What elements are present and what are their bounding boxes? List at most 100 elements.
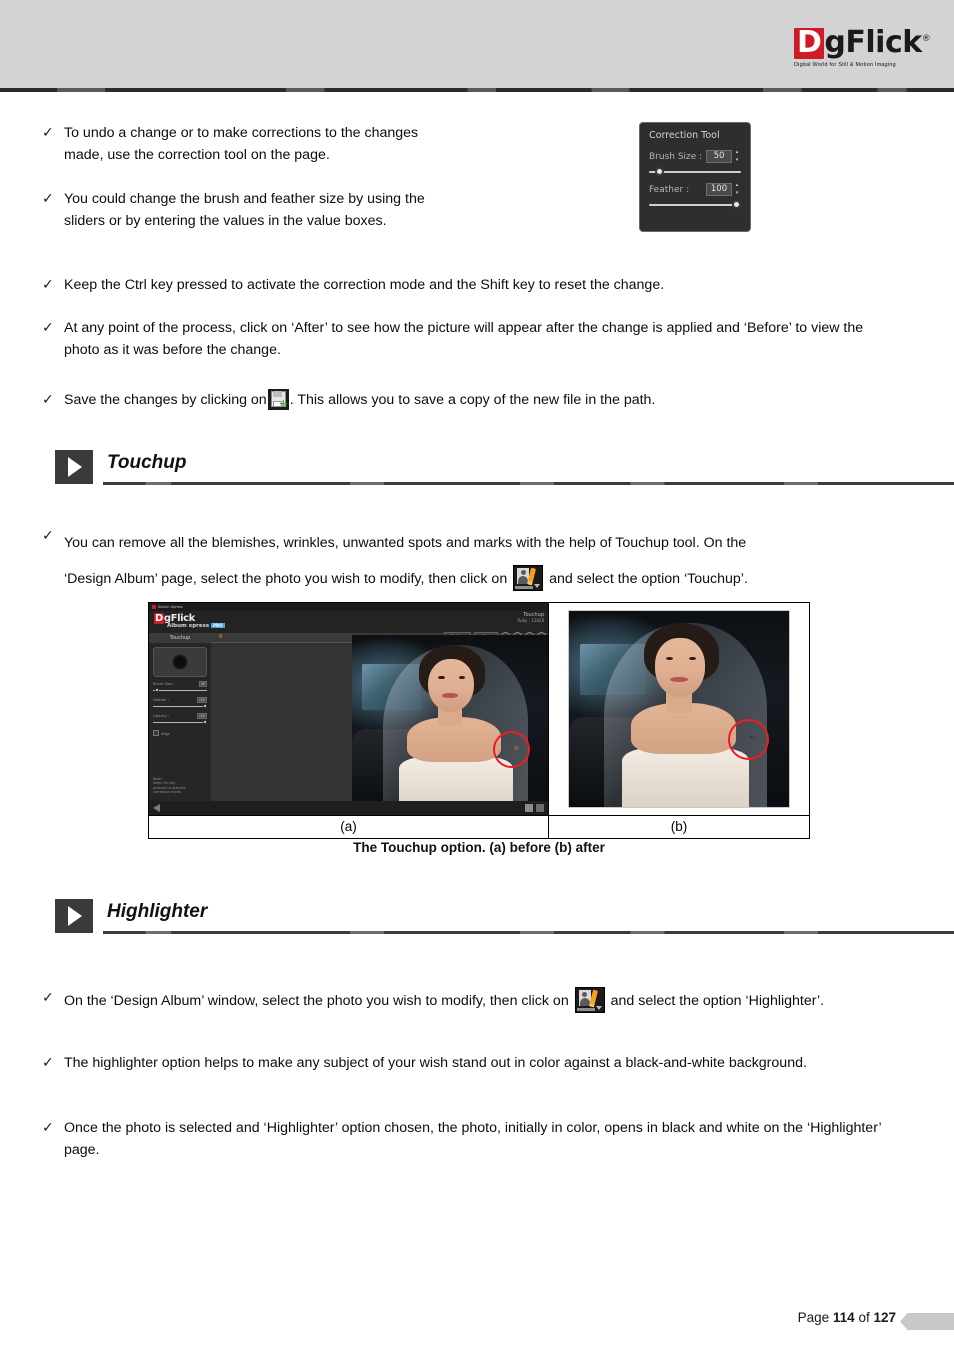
statusbar-actions xyxy=(525,804,544,812)
touchup-line-1: You can remove all the blemishes, wrinkl… xyxy=(64,535,747,551)
eye-right-shape xyxy=(458,675,466,679)
slider-track xyxy=(153,690,207,691)
app-product-name: Album xpress PRO xyxy=(167,623,225,629)
app-sidebar: Brush Size : 30 Feather : 100 Opacity : … xyxy=(149,643,211,801)
save-icon[interactable]: + xyxy=(267,389,289,410)
highlighter-list-item-text: On the ‘Design Album’ window, select the… xyxy=(64,987,824,1013)
list-item: ✓ To undo a change or to make correction… xyxy=(36,122,456,166)
slider-track xyxy=(649,204,741,206)
back-arrow-icon[interactable] xyxy=(153,804,160,812)
correction-tool-panel[interactable]: Correction Tool Brush Size : 50 ▴ ▾ Feath… xyxy=(639,122,751,232)
slider-handle[interactable] xyxy=(655,167,664,176)
app-product-label: Album xpress xyxy=(167,623,210,629)
chevron-down-icon[interactable] xyxy=(534,584,541,588)
app-brush-size-slider[interactable] xyxy=(153,688,207,693)
tab-touchup[interactable]: Touchup xyxy=(149,633,211,643)
dress-shape xyxy=(621,748,750,807)
highlighter-list-item-text: The highlighter option helps to make any… xyxy=(64,1055,807,1071)
section-divider xyxy=(103,482,954,485)
list-item: ✓ Keep the Ctrl key pressed to activate … xyxy=(36,274,896,296)
figure-cell-before: Album Xpress DgFlick Album xpress PRO Tou… xyxy=(149,603,549,815)
brush-size-spinner[interactable]: ▴ ▾ xyxy=(733,150,741,163)
figure-label-a: (a) xyxy=(149,816,549,838)
brush-preview xyxy=(153,647,207,677)
list-item-text: To undo a change or to make corrections … xyxy=(64,125,419,163)
page-word: Page xyxy=(797,1310,830,1325)
app-feather-label: Feather : xyxy=(153,698,170,702)
align-checkbox[interactable]: Align xyxy=(153,730,207,736)
align-label: Align xyxy=(161,732,171,736)
figure-image-row: Album Xpress DgFlick Album xpress PRO Tou… xyxy=(149,603,809,815)
feather-value[interactable]: 100 xyxy=(706,183,732,196)
album-xpress-window: Album Xpress DgFlick Album xpress PRO Tou… xyxy=(149,603,548,815)
app-opacity-slider[interactable] xyxy=(153,720,207,725)
logo-letter-d: D xyxy=(794,28,825,59)
slider-handle[interactable] xyxy=(732,200,741,209)
mouth-shape xyxy=(670,676,688,682)
save-list-item: ✓ Save the changes by clicking on +. This… xyxy=(36,389,896,411)
registered-trademark-icon: ® xyxy=(921,34,931,44)
app-brandbar: DgFlick Album xpress PRO Touchup Ruby : 1… xyxy=(149,611,548,633)
logo-wordmark: DgFlick® xyxy=(794,28,934,59)
play-triangle-icon xyxy=(55,450,93,484)
list-item: ✓ At any point of the process, click on … xyxy=(36,317,886,361)
spin-down-icon[interactable]: ▾ xyxy=(733,191,741,196)
total-page-number: 127 xyxy=(873,1310,896,1325)
highlighter-toolbar-icon[interactable] xyxy=(574,987,605,1013)
feather-row: Feather : 100 ▴ ▾ xyxy=(649,183,741,196)
checkmark-icon: ✓ xyxy=(42,191,54,207)
slider-handle[interactable] xyxy=(203,720,207,724)
plus-badge-icon: + xyxy=(278,397,288,410)
touchup-figure: Album Xpress DgFlick Album xpress PRO Tou… xyxy=(148,602,810,839)
feather-slider[interactable] xyxy=(649,199,741,210)
brush-size-stepper[interactable]: 50 ▴ ▾ xyxy=(706,150,741,163)
save-icon[interactable] xyxy=(525,804,533,812)
highlighter-list-item-text: Once the photo is selected and ‘Highligh… xyxy=(64,1120,882,1158)
of-word: of xyxy=(858,1310,870,1325)
feather-stepper[interactable]: 100 ▴ ▾ xyxy=(706,183,741,196)
page-number-text: Page 114 of 127 xyxy=(798,1310,896,1325)
list-item-text: Keep the Ctrl key pressed to activate th… xyxy=(64,277,665,293)
list-item-text: You could change the brush and feather s… xyxy=(64,191,425,229)
play-triangle-icon xyxy=(55,899,93,933)
face-shape xyxy=(428,659,474,712)
app-feather-value[interactable]: 100 xyxy=(196,697,207,703)
icon-base-bar xyxy=(515,586,534,589)
page-footer: Page 114 of 127 xyxy=(0,1305,954,1335)
app-opacity-value[interactable]: 100 xyxy=(196,713,207,719)
section-title: Touchup xyxy=(107,452,187,473)
highlighter-list-item: ✓ The highlighter option helps to make a… xyxy=(36,1052,866,1074)
app-body: Brush Size : 30 Feather : 100 Opacity : … xyxy=(149,632,548,810)
export-icon[interactable] xyxy=(536,804,544,812)
dgflick-logo: DgFlick® Digital World for Still & Motio… xyxy=(794,28,934,68)
checkbox-box[interactable] xyxy=(153,730,159,736)
app-feather-slider[interactable] xyxy=(153,704,207,709)
app-brush-size-value[interactable]: 30 xyxy=(198,681,207,687)
spin-down-icon[interactable]: ▾ xyxy=(733,158,741,163)
app-icon xyxy=(152,605,156,609)
correction-tool-title: Correction Tool xyxy=(649,130,720,141)
touchup-list-item-text: You can remove all the blemishes, wrinkl… xyxy=(64,525,748,597)
app-mode-info: Touchup Ruby : 12828 xyxy=(517,612,544,623)
touchup-toolbar-icon[interactable] xyxy=(513,565,544,591)
brush-size-value[interactable]: 50 xyxy=(706,150,732,163)
figure-cell-after: + xyxy=(549,603,809,815)
spin-up-icon[interactable]: ▴ xyxy=(733,150,741,155)
feather-spinner[interactable]: ▴ ▾ xyxy=(733,183,741,196)
app-window-title: Album Xpress xyxy=(158,605,183,609)
checkmark-icon: ✓ xyxy=(42,1055,54,1071)
touchup-line-2-after: and select the option ‘Touchup’. xyxy=(549,571,748,587)
touchup-list-item: ✓ You can remove all the blemishes, wrin… xyxy=(36,525,896,597)
slider-handle[interactable] xyxy=(203,704,207,708)
brush-size-slider[interactable] xyxy=(649,166,741,177)
app-logo-letter-d: D xyxy=(154,613,164,624)
save-list-item-text: Save the changes by clicking on +. This a… xyxy=(64,389,655,411)
slider-handle[interactable] xyxy=(155,688,159,692)
chevron-down-icon[interactable] xyxy=(595,1006,602,1010)
highlighter-list-item: ✓ On the ‘Design Album’ window, select t… xyxy=(36,987,896,1013)
app-opacity-row: Opacity : 100 xyxy=(153,713,207,719)
photo-before xyxy=(352,634,548,810)
app-canvas: Before After xyxy=(211,632,548,810)
spin-up-icon[interactable]: ▴ xyxy=(733,183,741,188)
section-divider xyxy=(103,931,954,934)
